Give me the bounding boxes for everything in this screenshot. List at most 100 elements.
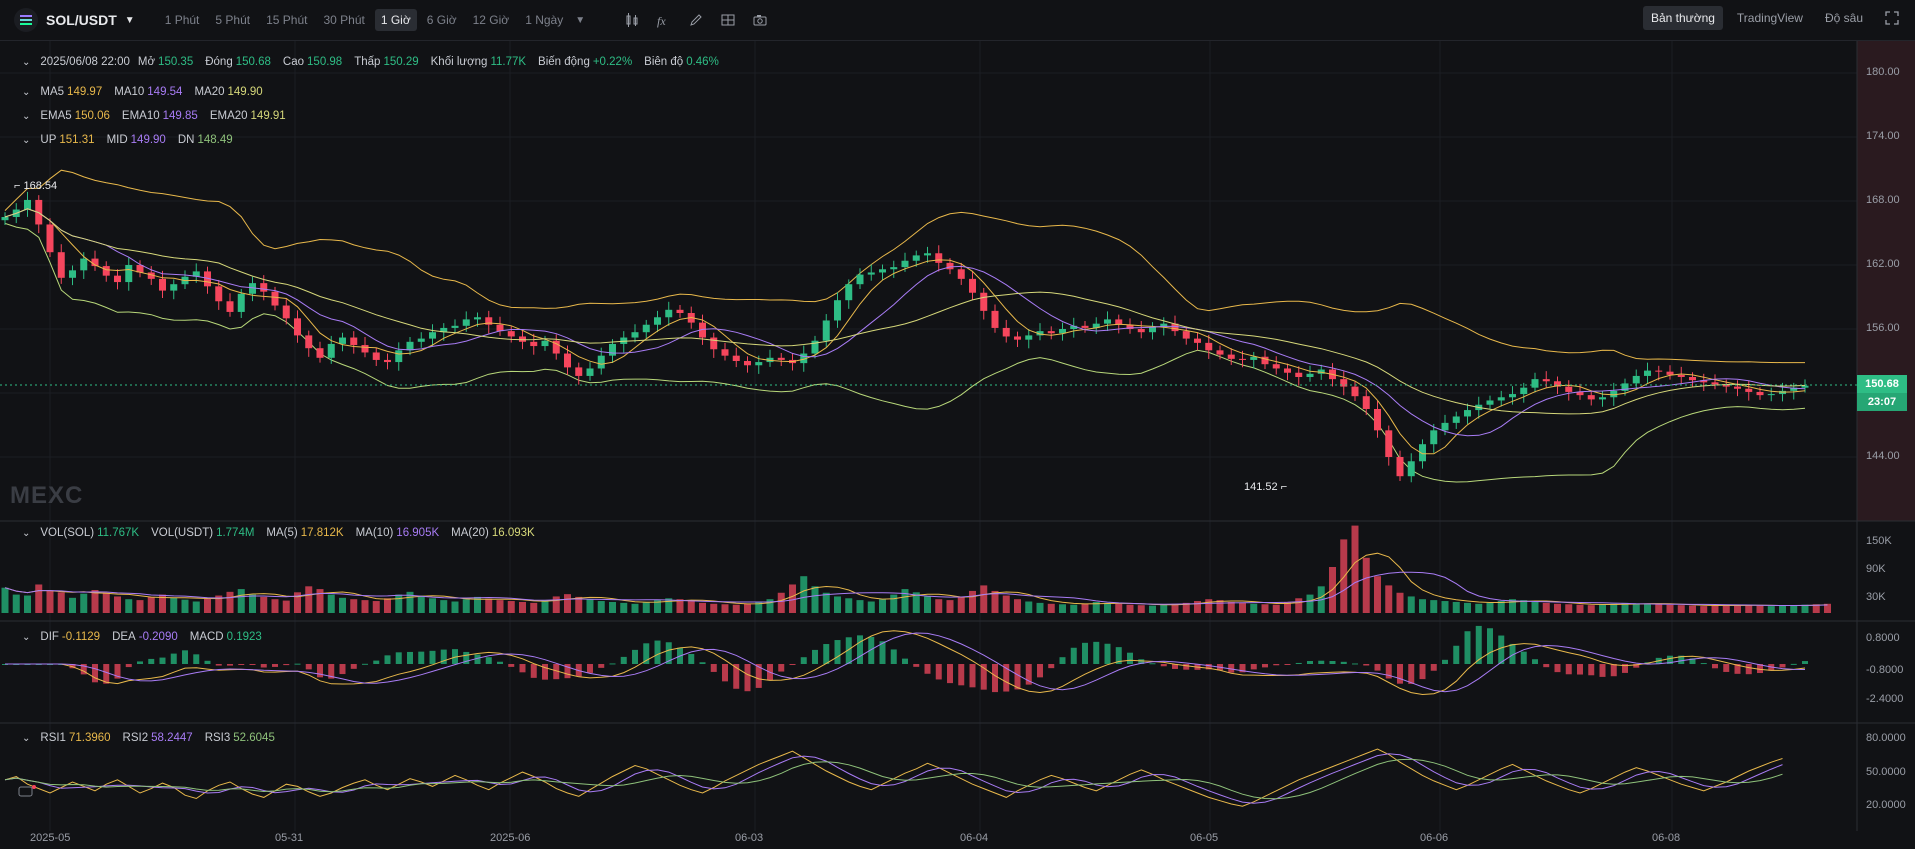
candle-body bbox=[1430, 430, 1438, 445]
timeframe-3[interactable]: 30 Phút bbox=[317, 9, 370, 31]
camera-screenshot-icon[interactable] bbox=[751, 11, 769, 29]
macd-bar bbox=[789, 664, 796, 665]
volume-bar bbox=[1025, 601, 1033, 613]
pair-dropdown-icon[interactable]: ▼ bbox=[125, 15, 135, 26]
high-value: 150.98 bbox=[307, 56, 343, 68]
timeframe-dropdown-icon[interactable]: ▼ bbox=[575, 15, 585, 26]
volume-bar bbox=[552, 596, 560, 613]
macd-bar bbox=[283, 664, 290, 666]
candle-body bbox=[361, 345, 369, 353]
macd-bar bbox=[508, 664, 515, 667]
macd-bar bbox=[1250, 664, 1257, 670]
volume-bar bbox=[35, 584, 43, 613]
vol-ma10-value: 16.905K bbox=[396, 527, 440, 539]
ema5-value: 150.06 bbox=[74, 110, 110, 122]
candle-body bbox=[867, 272, 875, 275]
volume-bar bbox=[777, 592, 785, 613]
volume-bar bbox=[1047, 603, 1055, 613]
volume-bar bbox=[249, 594, 256, 613]
macd-bar bbox=[1104, 643, 1111, 664]
macd-axis-label: -2.4000 bbox=[1866, 693, 1904, 705]
collapse-chevron-icon[interactable]: ⌄ bbox=[22, 57, 30, 68]
volume-bar bbox=[834, 596, 841, 613]
volume-bar bbox=[901, 589, 909, 613]
volume-bar bbox=[316, 589, 324, 613]
collapse-chevron-icon[interactable]: ⌄ bbox=[22, 528, 30, 539]
candle-body bbox=[1509, 394, 1516, 398]
chat-bubble-icon[interactable] bbox=[18, 785, 36, 801]
draw-pencil-icon[interactable] bbox=[687, 11, 705, 29]
candle-body bbox=[1081, 325, 1089, 328]
macd-bar bbox=[1487, 628, 1493, 664]
macd-bar bbox=[1340, 661, 1347, 664]
timeframe-4[interactable]: 1 Giờ bbox=[374, 9, 417, 31]
pair-name[interactable]: SOL/USDT bbox=[46, 12, 117, 28]
fullscreen-icon[interactable] bbox=[1883, 9, 1901, 27]
volume-bar bbox=[440, 600, 448, 613]
open-value: 150.35 bbox=[158, 56, 194, 68]
volume-bar bbox=[530, 602, 538, 613]
macd-bar bbox=[722, 664, 728, 682]
macd-bar bbox=[317, 664, 323, 678]
tab-tradingview[interactable]: TradingView bbox=[1729, 6, 1811, 30]
macd-axis-label: -0.8000 bbox=[1866, 664, 1904, 676]
collapse-chevron-icon[interactable]: ⌄ bbox=[22, 733, 30, 744]
macd-bar bbox=[609, 663, 616, 665]
candle-body bbox=[924, 253, 931, 256]
collapse-chevron-icon[interactable]: ⌄ bbox=[22, 87, 30, 98]
timeframe-5[interactable]: 6 Giờ bbox=[421, 9, 463, 31]
boll-up-value: 151.31 bbox=[59, 134, 95, 146]
macd-bar bbox=[1284, 664, 1291, 665]
timeframe-1[interactable]: 5 Phút bbox=[209, 9, 256, 31]
ma10-line bbox=[4, 208, 1806, 437]
volume-bar bbox=[114, 596, 121, 613]
timeframe-0[interactable]: 1 Phút bbox=[159, 9, 206, 31]
boll-dn-label: DN bbox=[177, 134, 195, 146]
macd-bar bbox=[170, 653, 177, 664]
volume-bar bbox=[1745, 605, 1753, 613]
candle-body bbox=[1632, 375, 1640, 384]
volume-bar bbox=[462, 599, 470, 613]
collapse-chevron-icon[interactable]: ⌄ bbox=[22, 111, 30, 122]
tab-depth[interactable]: Độ sâu bbox=[1817, 6, 1871, 30]
tab-basic-view[interactable]: Bản thường bbox=[1642, 6, 1723, 30]
macd-bar bbox=[407, 651, 413, 664]
volume-bar bbox=[485, 598, 493, 613]
macd-bar bbox=[710, 664, 717, 672]
macd-bar bbox=[1712, 664, 1718, 669]
volume-bar bbox=[1441, 601, 1449, 613]
volume-bar bbox=[1002, 595, 1010, 613]
volume-bar bbox=[1036, 602, 1044, 613]
macd-bar bbox=[260, 664, 267, 668]
macd-bar bbox=[1700, 663, 1707, 665]
macd-bar bbox=[1745, 664, 1752, 675]
candle-body bbox=[1227, 354, 1235, 359]
candlestick-series bbox=[1, 191, 1809, 483]
macd-bar bbox=[1273, 664, 1280, 666]
low-marker-value: 141.52 bbox=[1244, 481, 1278, 493]
volume-bar bbox=[1486, 602, 1494, 613]
macd-bar bbox=[204, 660, 211, 664]
volume-bar bbox=[57, 592, 65, 613]
indicator-fx-icon[interactable]: fx bbox=[655, 11, 673, 29]
layout-grid-icon[interactable] bbox=[719, 11, 737, 29]
low-value: 150.29 bbox=[383, 56, 419, 68]
timeframe-6[interactable]: 12 Giờ bbox=[467, 9, 516, 31]
candle-type-icon[interactable] bbox=[623, 11, 641, 29]
volume-bar bbox=[1632, 603, 1640, 613]
macd-bar bbox=[1790, 663, 1797, 665]
candle-body bbox=[879, 269, 886, 273]
macd-bar bbox=[935, 664, 942, 680]
collapse-chevron-icon[interactable]: ⌄ bbox=[22, 135, 30, 146]
timeframe-7[interactable]: 1 Ngày bbox=[519, 9, 569, 31]
candle-body bbox=[237, 293, 245, 312]
timeframe-2[interactable]: 15 Phút bbox=[260, 9, 313, 31]
collapse-chevron-icon[interactable]: ⌄ bbox=[22, 632, 30, 643]
volume-bar bbox=[687, 601, 695, 613]
candle-body bbox=[24, 199, 31, 210]
time-axis-label: 06-06 bbox=[1420, 832, 1449, 844]
volume-bar bbox=[1250, 603, 1258, 613]
price-chart[interactable] bbox=[0, 41, 1915, 849]
countdown-tag: 23:07 bbox=[1857, 393, 1907, 411]
volume-bar bbox=[1407, 596, 1415, 613]
